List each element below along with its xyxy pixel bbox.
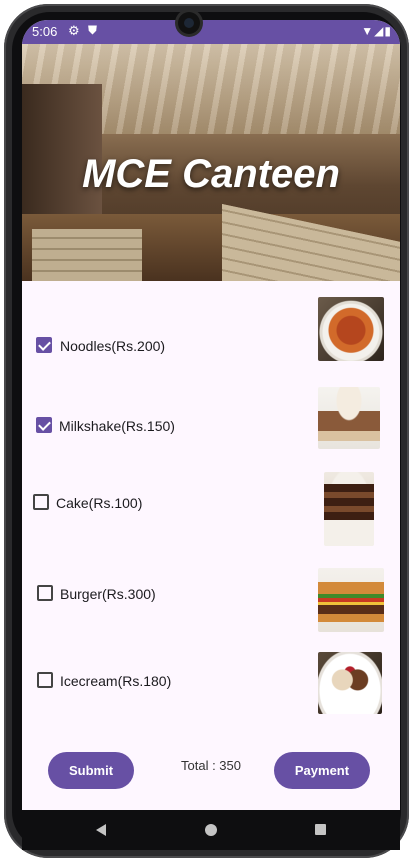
- submit-button[interactable]: Submit: [48, 752, 134, 789]
- checkbox-burger[interactable]: [37, 585, 53, 601]
- gear-icon: ⚙: [68, 23, 80, 38]
- banner-title: MCE Canteen: [82, 152, 340, 196]
- burger-image: [318, 568, 384, 632]
- menu-item-noodles[interactable]: Noodles(Rs.200): [36, 332, 276, 362]
- front-camera: [178, 12, 200, 34]
- recents-icon[interactable]: [315, 824, 326, 835]
- app-screen: 5:06 ⚙ ⛊ ▼◢▮ MCE Canteen Noodles(Rs.200)…: [22, 20, 400, 810]
- back-icon[interactable]: [96, 824, 106, 836]
- status-right-icons: ▼◢▮: [361, 24, 392, 38]
- status-bar: 5:06 ⚙ ⛊ ▼◢▮: [22, 20, 400, 44]
- menu-item-label: Icecream(Rs.180): [60, 673, 172, 689]
- battery-icon: ▮: [384, 24, 392, 38]
- android-nav-bar: [22, 810, 400, 850]
- checkbox-icecream[interactable]: [37, 672, 53, 688]
- total-amount: Total : 350: [181, 758, 241, 773]
- menu-item-label: Cake(Rs.100): [56, 495, 143, 511]
- icecream-image: [318, 652, 382, 714]
- canteen-banner: MCE Canteen: [22, 44, 400, 281]
- status-time: 5:06: [32, 24, 58, 39]
- cake-image: [324, 472, 374, 546]
- shield-icon: ⛊: [88, 23, 98, 37]
- banner-counter: [32, 229, 142, 281]
- menu-item-label: Burger(Rs.300): [60, 586, 156, 602]
- menu-item-icecream[interactable]: Icecream(Rs.180): [37, 667, 277, 697]
- wifi-icon: ▼: [361, 24, 375, 38]
- signal-icon: ◢: [374, 24, 385, 38]
- menu-item-label: Milkshake(Rs.150): [59, 418, 175, 434]
- menu-item-label: Noodles(Rs.200): [60, 338, 166, 354]
- menu-item-cake[interactable]: Cake(Rs.100): [33, 489, 273, 519]
- checkbox-cake[interactable]: [33, 494, 49, 510]
- checkbox-noodles[interactable]: [36, 337, 52, 353]
- menu-item-milkshake[interactable]: Milkshake(Rs.150): [36, 412, 276, 442]
- milkshake-image: [318, 387, 380, 449]
- noodles-image: [318, 297, 384, 361]
- menu-item-burger[interactable]: Burger(Rs.300): [37, 580, 277, 610]
- home-icon[interactable]: [205, 824, 217, 836]
- checkbox-milkshake[interactable]: [36, 417, 52, 433]
- payment-button[interactable]: Payment: [274, 752, 370, 789]
